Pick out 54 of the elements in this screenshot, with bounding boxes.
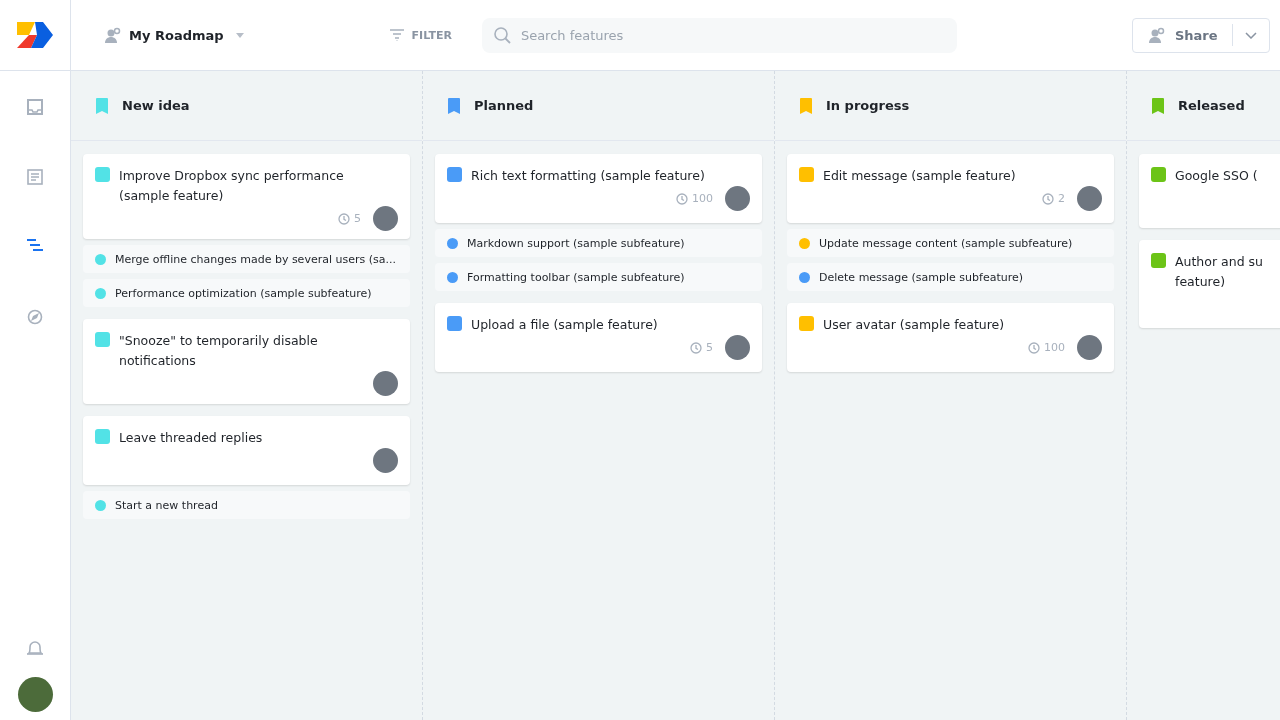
subfeature-row[interactable]: Update message content (sample subfeature) [787,229,1114,257]
chevron-down-icon [1244,31,1257,39]
caret-icon [235,32,244,38]
card-title: Upload a file (sample feature) [471,316,659,334]
feature-card[interactable]: Google SSO ( [1139,154,1280,228]
search-field[interactable]: Search features [481,17,957,53]
card-title: Rich text formatting (sample feature) [471,167,706,185]
search-input[interactable]: Search features [518,26,945,44]
clock-icon [338,212,350,225]
document-icon [27,169,43,185]
card-title: Leave threaded replies [119,429,264,447]
inbox-icon [27,99,43,115]
feature-card[interactable]: Improve Dropbox sync performance (sample feature) 5 [83,154,410,239]
feature-card[interactable]: Rich text formatting (sample feature) 100 [435,154,762,223]
subfeature-row[interactable]: Formatting toolbar (sample subfeature) [435,263,762,291]
card-title: User avatar (sample feature) [823,316,1006,334]
card-title: Improve Dropbox sync performance (sample feature) [119,167,345,205]
feature-card[interactable]: Upload a file (sample feature) 5 [435,303,762,372]
subfeature-row[interactable]: Start a new thread [83,491,410,519]
subfeature-row[interactable]: Performance optimization (sample subfeature) [83,279,410,307]
clock-icon [1028,341,1040,354]
clock-icon [676,192,688,205]
column-title: In progress [826,98,910,113]
clock-icon [1042,192,1054,205]
subfeature-row[interactable]: Markdown support (sample subfeature) [435,229,762,257]
compass-icon [27,309,43,325]
feature-card[interactable]: Leave threaded replies [83,416,410,485]
feature-card[interactable]: User avatar (sample feature) 100 [787,303,1114,372]
card-title: Edit message (sample feature) [823,167,1017,185]
estimate: 100 [692,192,713,205]
column-title: New idea [122,98,190,113]
clock-icon [690,341,702,354]
people-icon [1146,26,1165,44]
card-title: "Snooze" to temporarily disable notifications [119,332,319,370]
roadmap-selector[interactable]: My Roadmap [103,26,244,44]
feature-card[interactable]: Author and su feature) [1139,240,1280,328]
people-icon [103,26,121,44]
avatar[interactable] [17,677,53,712]
estimate: 5 [354,212,361,225]
column-title: Released [1178,98,1245,113]
estimate: 2 [1058,192,1065,205]
subfeature-row[interactable]: Merge offline changes made by several users (sa... [83,245,410,273]
logo-icon [17,22,53,48]
column-title: Planned [474,98,534,113]
estimate: 5 [706,341,713,354]
filter-icon [389,29,404,41]
feature-card[interactable]: Edit message (sample feature) 2 [787,154,1114,223]
estimate: 100 [1044,341,1065,354]
feature-card[interactable]: "Snooze" to temporarily disable notifications [83,319,410,404]
bell-icon[interactable] [26,639,44,657]
card-title: Author and su feature) [1175,253,1264,291]
card-title: Google SSO ( [1175,167,1259,185]
subfeature-row[interactable]: Delete message (sample subfeature) [787,263,1114,291]
search-icon [493,26,511,44]
